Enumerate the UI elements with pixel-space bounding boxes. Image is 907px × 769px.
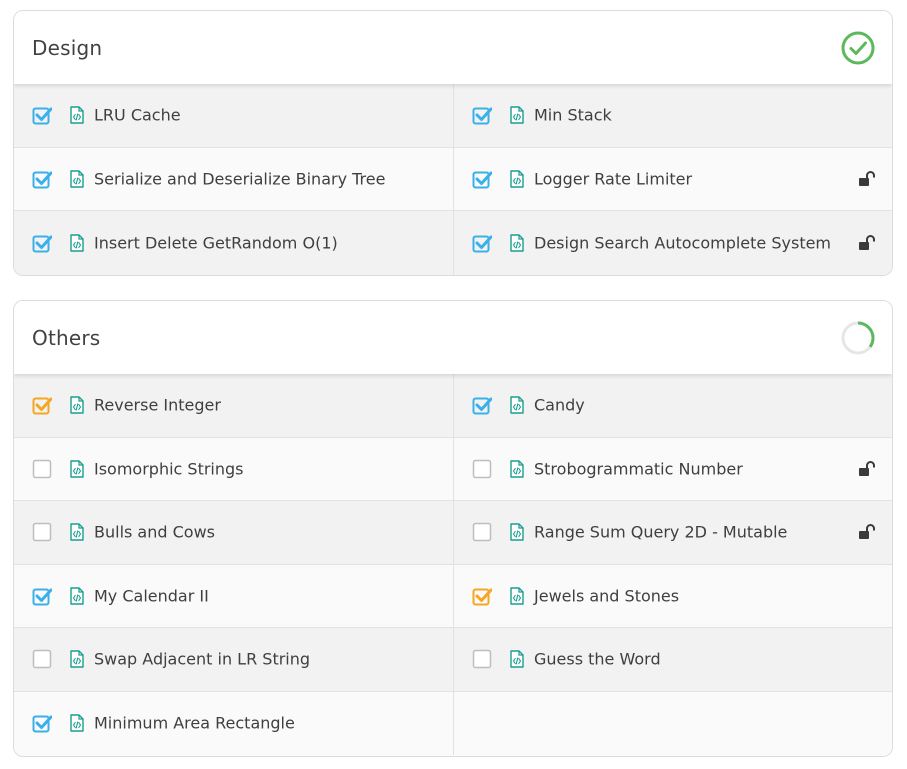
problem-link[interactable]: Design Search Autocomplete System [534,233,831,252]
file-code-icon [510,650,524,668]
checkbox-icon[interactable] [32,713,52,733]
problem-link[interactable]: My Calendar II [94,586,209,605]
checkbox-icon[interactable] [32,105,52,125]
lock-open-icon [859,234,875,250]
checkbox-icon[interactable] [32,395,52,415]
problem-link[interactable]: Jewels and Stones [534,586,679,605]
checkbox-icon[interactable] [472,586,492,606]
checkbox-icon[interactable] [32,459,52,479]
problem-item[interactable]: Bulls and Cows [14,501,454,565]
file-code-icon [70,460,84,478]
problem-item[interactable]: Jewels and Stones [454,564,892,628]
checkbox-icon[interactable] [472,105,492,125]
problem-link[interactable]: Candy [534,396,585,415]
checkbox-icon[interactable] [472,522,492,542]
problem-link[interactable]: Insert Delete GetRandom O(1) [94,233,338,252]
problem-item[interactable]: LRU Cache [14,84,454,148]
checkbox-icon[interactable] [472,169,492,189]
file-code-icon [70,714,84,732]
problem-item[interactable]: My Calendar II [14,564,454,628]
file-code-icon [70,650,84,668]
problem-link[interactable]: Swap Adjacent in LR String [94,650,310,669]
empty-cell [454,691,892,755]
problem-link[interactable]: Guess the Word [534,650,661,669]
problem-link[interactable]: Minimum Area Rectangle [94,714,295,733]
problem-item[interactable]: Min Stack [454,84,892,148]
section-design: Design LRU Cache Min Stack Serialize and D… [13,10,893,276]
checkbox-icon[interactable] [32,649,52,669]
file-code-icon [510,523,524,541]
file-code-icon [510,587,524,605]
problem-link[interactable]: Range Sum Query 2D - Mutable [534,523,787,542]
problem-item[interactable]: Strobogrammatic Number [454,437,892,501]
checkbox-icon[interactable] [32,522,52,542]
problem-item[interactable]: Range Sum Query 2D - Mutable [454,501,892,565]
file-code-icon [70,523,84,541]
section-others: Others Reverse Integer Candy Isomorphic St… [13,300,893,757]
problem-link[interactable]: Isomorphic Strings [94,459,244,478]
file-code-icon [70,106,84,124]
problem-item[interactable]: Design Search Autocomplete System [454,211,892,275]
lock-open-icon [859,170,875,186]
problem-item[interactable]: Minimum Area Rectangle [14,691,454,755]
problem-item[interactable]: Guess the Word [454,628,892,692]
section-title: Others [32,325,101,350]
progress-ring-icon [841,321,875,354]
file-code-icon [510,460,524,478]
problem-item[interactable]: Logger Rate Limiter [454,147,892,211]
problem-link[interactable]: LRU Cache [94,106,181,125]
problem-item[interactable]: Candy [454,374,892,438]
lock-open-icon [859,460,875,476]
problem-item[interactable]: Reverse Integer [14,374,454,438]
problem-link[interactable]: Reverse Integer [94,396,221,415]
checkbox-icon[interactable] [32,586,52,606]
file-code-icon [70,170,84,188]
checkbox-icon[interactable] [472,395,492,415]
section-header[interactable]: Design [14,11,892,84]
problem-link[interactable]: Serialize and Deserialize Binary Tree [94,169,385,188]
problem-item[interactable]: Isomorphic Strings [14,437,454,501]
checkbox-icon[interactable] [472,649,492,669]
problem-link[interactable]: Bulls and Cows [94,523,215,542]
section-title: Design [32,35,103,60]
problem-item[interactable]: Serialize and Deserialize Binary Tree [14,147,454,211]
file-code-icon [510,170,524,188]
problem-item[interactable]: Swap Adjacent in LR String [14,628,454,692]
check-circle-icon [841,31,875,64]
problem-grid: LRU Cache Min Stack Serialize and Deserial… [14,84,892,275]
file-code-icon [510,234,524,252]
file-code-icon [510,396,524,414]
problem-item[interactable]: Insert Delete GetRandom O(1) [14,211,454,275]
lock-open-icon [859,524,875,540]
file-code-icon [70,234,84,252]
file-code-icon [70,587,84,605]
problem-link[interactable]: Min Stack [534,106,612,125]
checkbox-icon[interactable] [472,233,492,253]
checkbox-icon[interactable] [32,169,52,189]
problem-link[interactable]: Strobogrammatic Number [534,459,743,478]
problem-grid: Reverse Integer Candy Isomorphic Strings St… [14,374,892,755]
checkbox-icon[interactable] [32,233,52,253]
file-code-icon [70,396,84,414]
checkbox-icon[interactable] [472,459,492,479]
file-code-icon [510,106,524,124]
problem-link[interactable]: Logger Rate Limiter [534,169,692,188]
section-header[interactable]: Others [14,301,892,374]
